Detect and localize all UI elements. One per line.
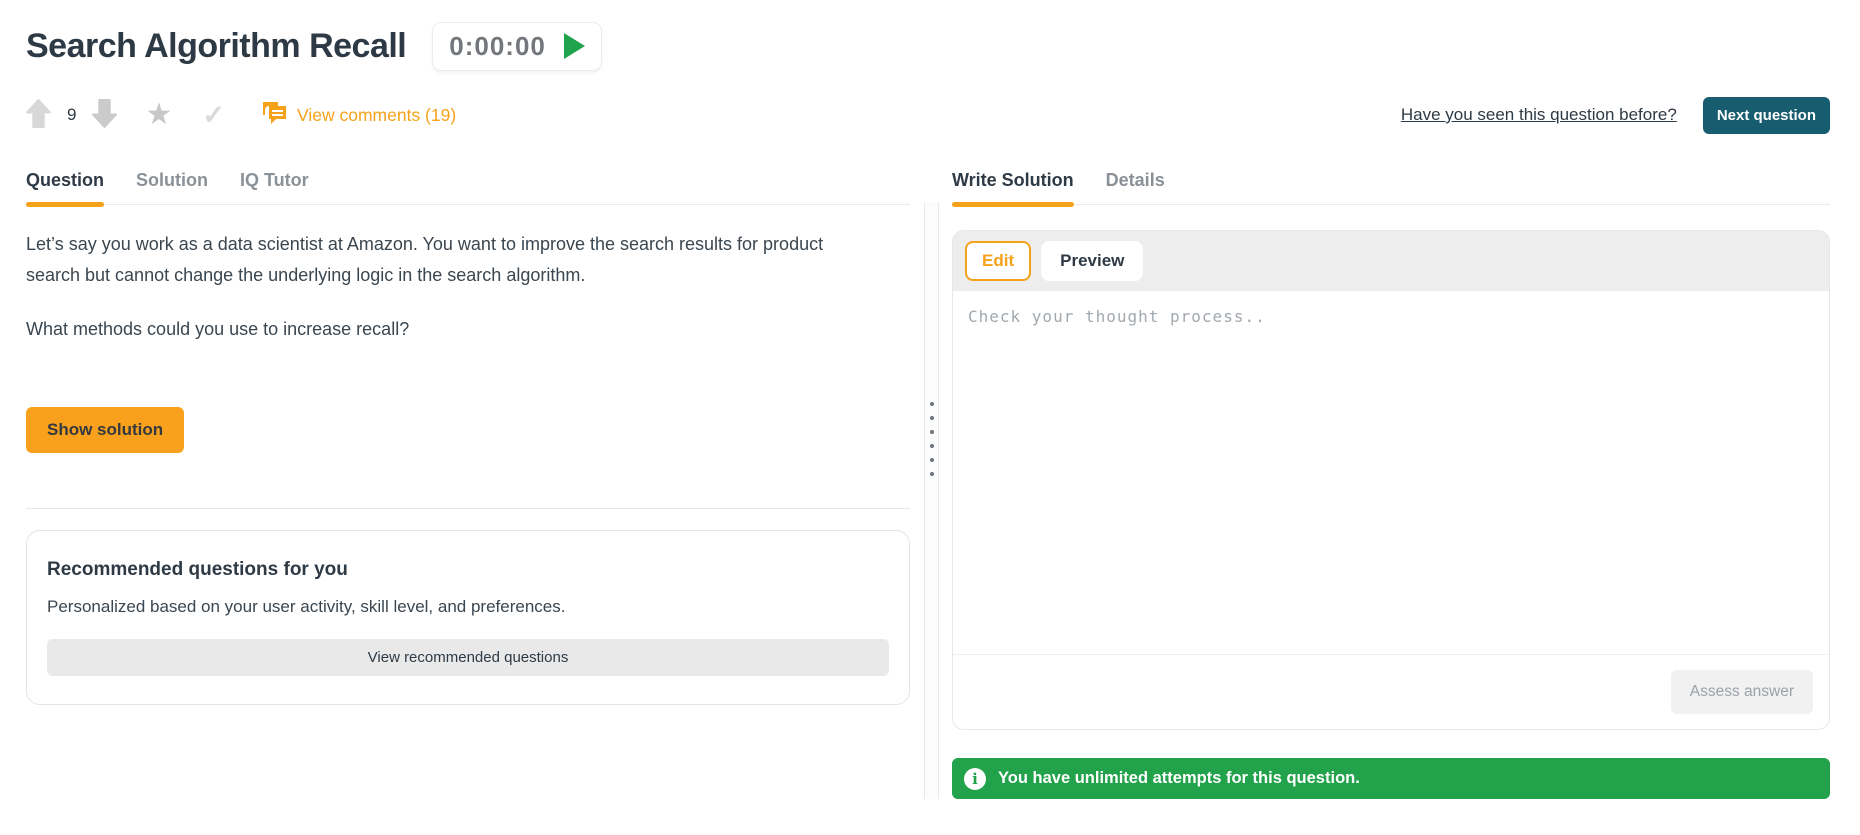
downvote-button[interactable]	[92, 99, 117, 131]
left-tab-bar: Question Solution IQ Tutor	[26, 170, 910, 205]
attempts-banner-text: You have unlimited attempts for this que…	[998, 769, 1360, 788]
down-arrow-icon	[92, 99, 117, 131]
next-question-button[interactable]: Next question	[1703, 97, 1830, 134]
tab-details[interactable]: Details	[1106, 170, 1165, 204]
view-recommended-button[interactable]: View recommended questions	[47, 639, 889, 676]
right-tab-bar: Write Solution Details	[952, 170, 1830, 205]
recommended-card: Recommended questions for you Personaliz…	[26, 530, 910, 705]
mark-done-button[interactable]: ✓	[202, 102, 225, 129]
timer-widget: 0:00:00	[432, 22, 602, 71]
upvote-button[interactable]	[26, 99, 51, 131]
page-title: Search Algorithm Recall	[26, 27, 406, 66]
solution-textarea[interactable]	[953, 291, 1829, 654]
check-icon: ✓	[202, 102, 225, 129]
question-prompt: What methods could you use to increase r…	[26, 314, 874, 345]
tab-question[interactable]: Question	[26, 170, 104, 204]
play-icon[interactable]	[564, 33, 585, 59]
edit-mode-button[interactable]: Edit	[965, 241, 1031, 281]
attempts-banner: i You have unlimited attempts for this q…	[952, 758, 1830, 799]
title-row: Search Algorithm Recall 0:00:00	[26, 18, 1830, 74]
assess-answer-button[interactable]: Assess answer	[1671, 670, 1813, 714]
show-solution-button[interactable]: Show solution	[26, 407, 184, 453]
question-paragraph: Let’s say you work as a data scientist a…	[26, 229, 874, 291]
main-content: Question Solution IQ Tutor Let’s say you…	[0, 170, 1860, 799]
info-icon: i	[964, 768, 986, 790]
page-header: Search Algorithm Recall 0:00:00 9 ★ ✓	[0, 0, 1860, 132]
editor-toolbar: Edit Preview	[953, 231, 1829, 291]
up-arrow-icon	[26, 99, 51, 131]
bookmark-star-button[interactable]: ★	[145, 100, 172, 130]
recommended-subtitle: Personalized based on your user activity…	[47, 597, 889, 617]
editor-footer: Assess answer	[953, 654, 1829, 729]
comments-icon	[261, 101, 287, 130]
section-divider	[26, 508, 910, 509]
solution-editor: Edit Preview Assess answer	[952, 230, 1830, 730]
view-comments-link[interactable]: View comments (19)	[261, 101, 456, 130]
recommended-title: Recommended questions for you	[47, 559, 889, 581]
drag-dots-icon	[930, 402, 934, 476]
view-comments-label: View comments (19)	[297, 105, 456, 126]
editor-area	[953, 291, 1829, 654]
tab-solution[interactable]: Solution	[136, 170, 208, 204]
question-panel: Question Solution IQ Tutor Let’s say you…	[26, 170, 910, 799]
preview-mode-button[interactable]: Preview	[1041, 241, 1143, 281]
vote-row: 9 ★ ✓ View comments (19) Have you	[26, 98, 1830, 132]
question-body: Let’s say you work as a data scientist a…	[26, 205, 910, 705]
solution-panel: Write Solution Details Edit Preview Asse…	[952, 170, 1830, 799]
seen-before-link[interactable]: Have you seen this question before?	[1401, 105, 1677, 125]
tab-write-solution[interactable]: Write Solution	[952, 170, 1074, 204]
timer-value: 0:00:00	[449, 31, 546, 62]
star-icon: ★	[145, 100, 172, 130]
tab-iq-tutor[interactable]: IQ Tutor	[240, 170, 309, 204]
vote-count: 9	[67, 105, 76, 125]
panel-resize-handle[interactable]	[924, 202, 939, 799]
